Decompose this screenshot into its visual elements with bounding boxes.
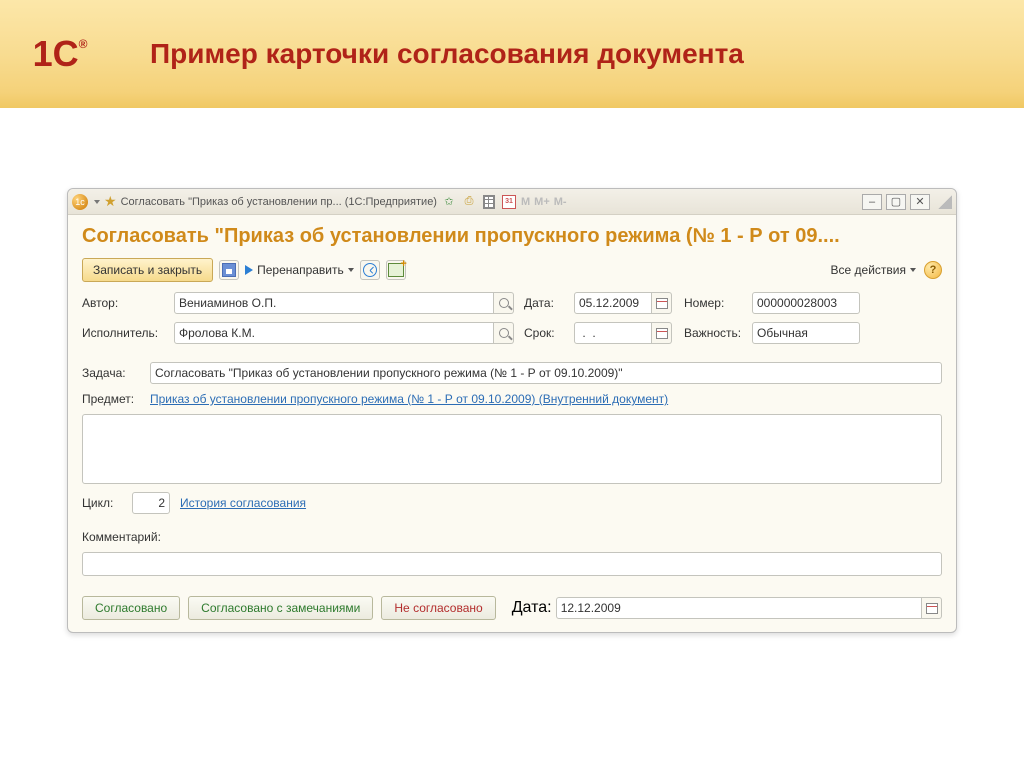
label-author: Автор: (82, 296, 164, 310)
executor-lookup-button[interactable] (494, 322, 514, 344)
reject-button[interactable]: Не согласовано (381, 596, 495, 620)
label-importance: Важность: (684, 326, 742, 340)
save-button[interactable] (219, 260, 239, 280)
app-menu-icon[interactable]: 1c (72, 194, 88, 210)
memory-m[interactable]: M (521, 196, 530, 208)
date-input[interactable] (574, 292, 652, 314)
app-menu-dropdown-icon[interactable] (94, 200, 100, 204)
memory-m-minus[interactable]: M- (554, 196, 567, 208)
label-date: Дата: (524, 296, 564, 310)
redirect-button[interactable]: Перенаправить (245, 260, 354, 280)
search-icon (499, 328, 509, 338)
label-subject: Предмет: (82, 392, 140, 406)
cycle-input[interactable] (132, 492, 170, 514)
form-toolbar: Записать и закрыть Перенаправить Все дей… (82, 258, 942, 282)
history-link[interactable]: История согласования (180, 496, 306, 510)
label-footer-date: Дата: (512, 599, 548, 617)
comment-input[interactable] (82, 552, 942, 576)
calendar-picker-icon (656, 298, 668, 309)
calendar-icon[interactable]: 31 (501, 194, 517, 210)
label-cycle: Цикл: (82, 496, 122, 510)
approve-button[interactable]: Согласовано (82, 596, 180, 620)
deadline-input[interactable] (574, 322, 652, 344)
plus-icon (388, 263, 404, 277)
deadline-picker-button[interactable] (652, 322, 672, 344)
window-title: Согласовать "Приказ об установлении пр..… (121, 196, 437, 208)
all-actions-button[interactable]: Все действия (831, 263, 916, 277)
description-textarea[interactable] (82, 414, 942, 484)
close-button[interactable]: ✕ (910, 194, 930, 210)
resize-grip-icon[interactable] (938, 195, 952, 209)
attach-icon[interactable]: ⎙ (461, 194, 477, 210)
label-executor: Исполнитель: (82, 326, 164, 340)
task-input[interactable] (150, 362, 942, 384)
save-close-button[interactable]: Записать и закрыть (82, 258, 213, 282)
author-lookup-button[interactable] (494, 292, 514, 314)
footer-date-picker-button[interactable] (922, 597, 942, 619)
memory-m-plus[interactable]: M+ (534, 196, 550, 208)
calc-icon[interactable] (481, 194, 497, 210)
slide-title: Пример карточки согласования документа (150, 39, 744, 70)
executor-input[interactable] (174, 322, 494, 344)
history-button[interactable] (360, 260, 380, 280)
importance-input[interactable] (752, 322, 860, 344)
number-input[interactable] (752, 292, 860, 314)
author-input[interactable] (174, 292, 494, 314)
clock-icon (363, 263, 377, 277)
form-body: Согласовать "Приказ об установлении проп… (68, 215, 956, 632)
calendar-picker-icon (656, 328, 668, 339)
star-alt-icon[interactable]: ✩ (441, 194, 457, 210)
footer-date-input[interactable] (556, 597, 922, 619)
date-picker-button[interactable] (652, 292, 672, 314)
search-icon (499, 298, 509, 308)
maximize-button[interactable]: ▢ (886, 194, 906, 210)
dropdown-icon (910, 268, 916, 272)
slide-header: 1С® Пример карточки согласования докумен… (0, 0, 1024, 108)
window-titlebar: 1c ★ Согласовать "Приказ об установлении… (68, 189, 956, 215)
calendar-picker-icon (926, 603, 938, 614)
subject-link[interactable]: Приказ об установлении пропускного режим… (150, 392, 668, 406)
label-number: Номер: (684, 296, 742, 310)
label-deadline: Срок: (524, 326, 564, 340)
favorite-icon[interactable]: ★ (104, 193, 117, 210)
create-button[interactable] (386, 260, 406, 280)
help-button[interactable]: ? (924, 261, 942, 279)
dropdown-icon (348, 268, 354, 272)
label-task: Задача: (82, 366, 140, 380)
app-window: 1c ★ Согласовать "Приказ об установлении… (67, 188, 957, 633)
arrow-right-icon (245, 265, 253, 275)
approve-notes-button[interactable]: Согласовано с замечаниями (188, 596, 373, 620)
form-title: Согласовать "Приказ об установлении проп… (82, 225, 942, 248)
logo-1c: 1С® (20, 24, 100, 84)
minimize-button[interactable]: – (862, 194, 882, 210)
label-comment: Комментарий: (82, 530, 161, 544)
